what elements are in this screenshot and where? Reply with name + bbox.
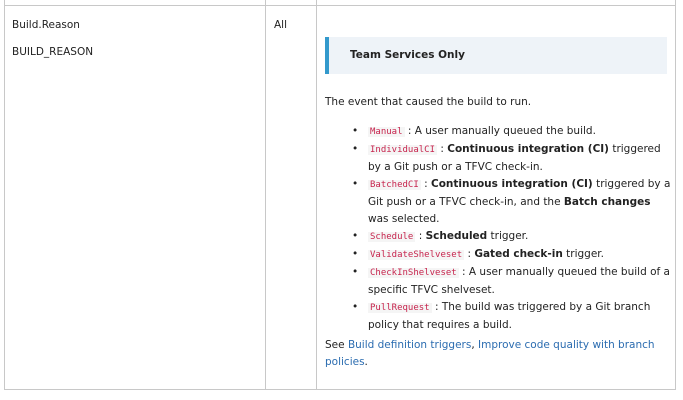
reason-item: • CheckInShelveset : A user manually queu…	[352, 264, 672, 299]
bullet-icon: •	[352, 230, 359, 242]
bullet-icon: •	[352, 248, 359, 260]
table-left-border	[4, 0, 5, 390]
table-top-border	[4, 5, 675, 6]
build-definition-triggers-link[interactable]: Build definition triggers	[348, 339, 471, 351]
reason-item: • IndividualCI : Continuous integration (…	[352, 141, 672, 176]
reason-code: CheckInShelveset	[368, 268, 459, 278]
bullet-icon: •	[352, 266, 359, 278]
reason-bold: Continuous integration (CI)	[447, 143, 609, 155]
reason-code: Schedule	[368, 232, 416, 242]
see-also: See Build definition triggers, Improve c…	[325, 337, 655, 371]
reason-code: Manual	[368, 127, 405, 137]
bullet-icon: •	[352, 178, 359, 190]
reason-item: • PullRequest : The build was triggered b…	[352, 299, 672, 334]
variable-name: Build.Reason	[12, 19, 80, 31]
reason-bold: Scheduled	[425, 230, 488, 242]
table-bottom-border	[4, 389, 675, 390]
bullet-icon: •	[352, 143, 359, 155]
reason-text-end: was selected.	[368, 213, 440, 225]
team-services-callout: Team Services Only	[325, 37, 667, 74]
reason-text: :	[437, 143, 448, 155]
reason-text: :	[420, 178, 431, 190]
reason-text: :	[415, 230, 426, 242]
bullet-icon: •	[352, 301, 359, 313]
reason-item: • Schedule : Scheduled trigger.	[352, 228, 672, 246]
reason-bold-2: Batch changes	[563, 196, 651, 208]
column-divider-2	[316, 0, 317, 390]
bullet-icon: •	[352, 125, 359, 137]
variable-table: Build.Reason BUILD_REASON All Team Servi…	[0, 0, 683, 400]
availability: All	[274, 19, 288, 31]
reason-text: : A user manually queued the build.	[404, 125, 596, 137]
reason-item: • BatchedCI : Continuous integration (CI)…	[352, 176, 672, 228]
reason-text: :	[464, 248, 475, 260]
callout-title: Team Services Only	[350, 49, 465, 61]
reason-code: PullRequest	[368, 303, 432, 313]
reason-code: IndividualCI	[368, 145, 438, 155]
see-suffix: .	[364, 356, 368, 368]
reason-item: • ValidateShelveset : Gated check-in trig…	[352, 246, 672, 264]
reason-text-after: trigger.	[487, 230, 529, 242]
see-prefix: See	[325, 339, 348, 351]
column-divider-1	[265, 0, 266, 390]
description-intro: The event that caused the build to run.	[325, 96, 532, 108]
reason-item: • Manual : A user manually queued the bui…	[352, 123, 672, 141]
table-right-border	[675, 0, 676, 390]
reason-list: • Manual : A user manually queued the bui…	[352, 123, 672, 334]
reason-code: ValidateShelveset	[368, 250, 465, 260]
link-separator: ,	[471, 339, 479, 351]
env-variable-name: BUILD_REASON	[12, 46, 94, 58]
reason-bold: Gated check-in	[474, 248, 563, 260]
reason-text-after: trigger.	[562, 248, 604, 260]
reason-bold: Continuous integration (CI)	[431, 178, 593, 190]
reason-code: BatchedCI	[368, 180, 421, 190]
